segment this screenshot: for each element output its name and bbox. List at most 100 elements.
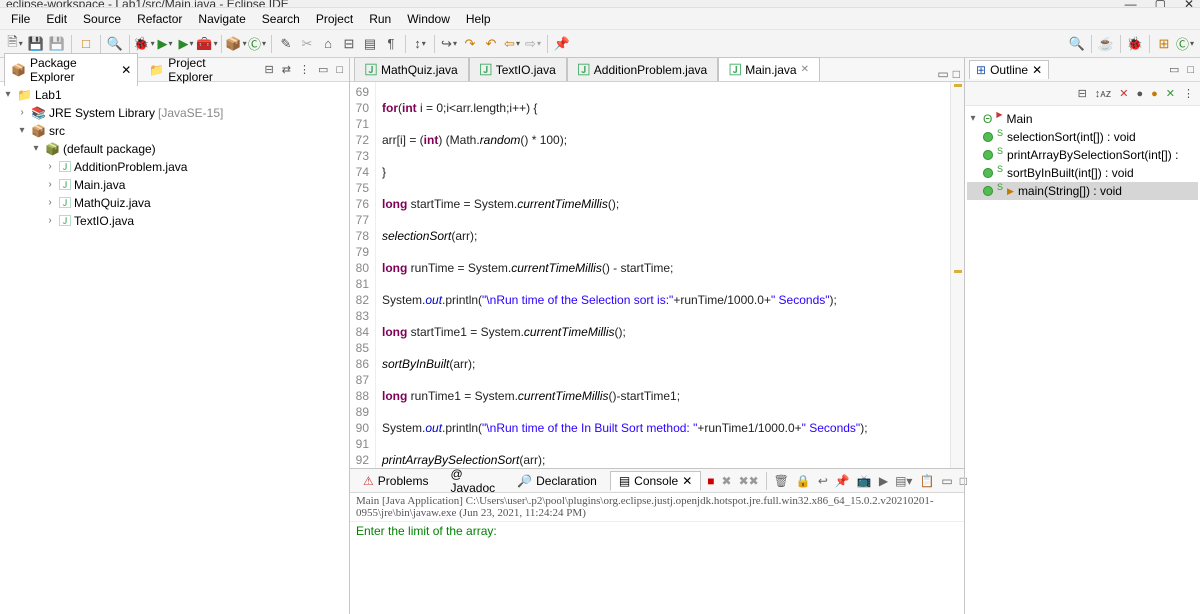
- menu-run[interactable]: Run: [362, 10, 398, 28]
- step-over-icon[interactable]: ↷: [461, 35, 479, 53]
- editor-tabs: 🄹MathQuiz.java🄹TextIO.java🄹AdditionProbl…: [350, 58, 964, 82]
- menu-file[interactable]: File: [4, 10, 37, 28]
- toggle-breadcrumb-icon[interactable]: ⌂: [319, 35, 337, 53]
- collapse-all-icon[interactable]: ⊟: [263, 63, 276, 76]
- console-view[interactable]: Main [Java Application] C:\Users\user\.p…: [350, 493, 964, 614]
- overview-ruler[interactable]: [950, 82, 964, 468]
- run-icon[interactable]: ▶: [156, 35, 174, 53]
- tree-file[interactable]: ›AdditionProblem.java: [2, 158, 347, 176]
- console-tab[interactable]: ▤Console✕: [610, 471, 701, 491]
- minimize-icon[interactable]: —: [1125, 0, 1137, 8]
- menu-navigate[interactable]: Navigate: [191, 10, 252, 28]
- editor-area: 🄹MathQuiz.java🄹TextIO.java🄹AdditionProbl…: [350, 58, 964, 614]
- external-tools-icon[interactable]: 🧰: [198, 35, 216, 53]
- menu-help[interactable]: Help: [459, 10, 498, 28]
- editor-tab[interactable]: 🄹Main.java ✕: [718, 57, 820, 81]
- outline-tree[interactable]: ▾Θ▶Main SselectionSort(int[]) : voidSpri…: [965, 106, 1200, 614]
- mark-occurrences-icon[interactable]: ⊟: [340, 35, 358, 53]
- remove-all-icon[interactable]: ✖✖: [737, 474, 761, 488]
- menu-edit[interactable]: Edit: [39, 10, 74, 28]
- save-all-icon[interactable]: 💾: [48, 35, 66, 53]
- title-bar: eclipse-workspace - Lab1/src/Main.java -…: [0, 0, 1200, 8]
- outline-tab[interactable]: ⊞Outline✕: [969, 60, 1049, 79]
- hide-static-icon[interactable]: ●: [1134, 88, 1145, 100]
- maximize-editor-icon[interactable]: □: [953, 67, 960, 81]
- remove-launch-icon[interactable]: ✖: [720, 474, 734, 488]
- bottom-tabs: ⚠Problems @ Javadoc 🔎Declaration ▤Consol…: [350, 469, 964, 493]
- new-icon[interactable]: 🗎: [6, 35, 24, 53]
- outline-method[interactable]: S▶main(String[]) : void: [967, 182, 1198, 200]
- menu-window[interactable]: Window: [400, 10, 457, 28]
- editor-tab[interactable]: 🄹MathQuiz.java: [354, 57, 469, 81]
- open-type-icon[interactable]: □: [77, 35, 95, 53]
- terminate-icon[interactable]: ■: [705, 474, 716, 488]
- next-annotation-icon[interactable]: ↪: [440, 35, 458, 53]
- editor-tab[interactable]: 🄹AdditionProblem.java: [567, 57, 718, 81]
- clear-console-icon[interactable]: 🗑: [772, 474, 791, 488]
- pin-editor-icon[interactable]: 📌: [553, 35, 571, 53]
- pin-console-icon[interactable]: 📌: [833, 474, 852, 488]
- menu-bar: FileEditSourceRefactorNavigateSearchProj…: [0, 8, 1200, 30]
- new-package-icon[interactable]: 📦: [227, 35, 245, 53]
- console-launch-info: Main [Java Application] C:\Users\user\.p…: [350, 493, 964, 522]
- new-class-icon[interactable]: Ⓒ: [248, 35, 266, 53]
- menu-search[interactable]: Search: [255, 10, 307, 28]
- whitespace-icon[interactable]: ¶: [382, 35, 400, 53]
- close-icon[interactable]: ✕: [1032, 63, 1042, 77]
- editor-tab[interactable]: 🄹TextIO.java: [469, 57, 567, 81]
- code-editor[interactable]: 69 70 71 72 73 74 75 76 77 78 79 80 81 8…: [350, 82, 964, 468]
- console-menu-icon[interactable]: 📋: [917, 474, 936, 488]
- search-icon[interactable]: 🔍: [106, 35, 124, 53]
- console-output: Enter the limit of the array:: [350, 522, 964, 614]
- package-tree[interactable]: ▾Lab1 ›JRE System Library [JavaSE-15] ▾s…: [0, 82, 349, 614]
- open-console-icon[interactable]: ▶: [877, 474, 890, 488]
- view-menu-icon[interactable]: ⋮: [1181, 87, 1196, 100]
- quick-access-icon[interactable]: 🔍: [1068, 35, 1086, 53]
- perspective-switcher-icon[interactable]: Ⓒ: [1176, 35, 1194, 53]
- maximize-view-icon[interactable]: □: [334, 64, 345, 76]
- step-into-icon[interactable]: ↶: [482, 35, 500, 53]
- cut-icon[interactable]: ✂: [298, 35, 316, 53]
- tree-file[interactable]: ›Main.java: [2, 176, 347, 194]
- hide-local-icon[interactable]: ✕: [1164, 87, 1177, 100]
- minimize-bottom-icon[interactable]: ▭: [939, 474, 954, 488]
- new-console-icon[interactable]: ▤▾: [893, 474, 914, 488]
- scroll-lock-icon[interactable]: 🔒: [794, 474, 813, 488]
- maximize-view-icon[interactable]: □: [1185, 64, 1196, 76]
- minimize-editor-icon[interactable]: ▭: [937, 67, 948, 81]
- coverage-icon[interactable]: ▶: [177, 35, 195, 53]
- problems-tab[interactable]: ⚠Problems: [354, 471, 437, 491]
- debug-icon[interactable]: 🐞: [135, 35, 153, 53]
- display-console-icon[interactable]: 📺: [855, 474, 874, 488]
- tree-file[interactable]: ›MathQuiz.java: [2, 194, 347, 212]
- menu-source[interactable]: Source: [76, 10, 128, 28]
- close-icon[interactable]: ✕: [682, 474, 692, 488]
- sort-icon[interactable]: ↕ᴀᴢ: [1093, 88, 1113, 100]
- line-gutter: 69 70 71 72 73 74 75 76 77 78 79 80 81 8…: [350, 82, 376, 468]
- menu-project[interactable]: Project: [309, 10, 360, 28]
- tree-file[interactable]: ›TextIO.java: [2, 212, 347, 230]
- close-icon[interactable]: ✕: [801, 64, 809, 75]
- wand-icon[interactable]: ✎: [277, 35, 295, 53]
- link-editor-icon[interactable]: ⇄: [280, 63, 293, 76]
- minimize-view-icon[interactable]: ▭: [316, 63, 330, 76]
- close-icon[interactable]: ✕: [1184, 0, 1194, 8]
- forward-icon[interactable]: ⇨: [524, 35, 542, 53]
- close-icon[interactable]: ✕: [121, 63, 131, 77]
- save-icon[interactable]: 💾: [27, 35, 45, 53]
- view-menu-icon[interactable]: ⋮: [297, 63, 312, 76]
- block-selection-icon[interactable]: ▤: [361, 35, 379, 53]
- maximize-icon[interactable]: ▢: [1155, 0, 1166, 8]
- perspective-java-icon[interactable]: ☕: [1097, 35, 1115, 53]
- hide-fields-icon[interactable]: ✕: [1117, 87, 1130, 100]
- hide-nonpublic-icon[interactable]: ●: [1149, 88, 1160, 100]
- menu-refactor[interactable]: Refactor: [130, 10, 189, 28]
- declaration-tab[interactable]: 🔎Declaration: [508, 471, 606, 491]
- sort-icon[interactable]: ↕: [411, 35, 429, 53]
- word-wrap-icon[interactable]: ↩: [816, 474, 830, 488]
- perspective-debug-icon[interactable]: 🐞: [1126, 35, 1144, 53]
- focus-icon[interactable]: ⊟: [1076, 87, 1089, 100]
- minimize-view-icon[interactable]: ▭: [1167, 63, 1181, 76]
- back-icon[interactable]: ⇦: [503, 35, 521, 53]
- perspective-resource-icon[interactable]: ⊞: [1155, 35, 1173, 53]
